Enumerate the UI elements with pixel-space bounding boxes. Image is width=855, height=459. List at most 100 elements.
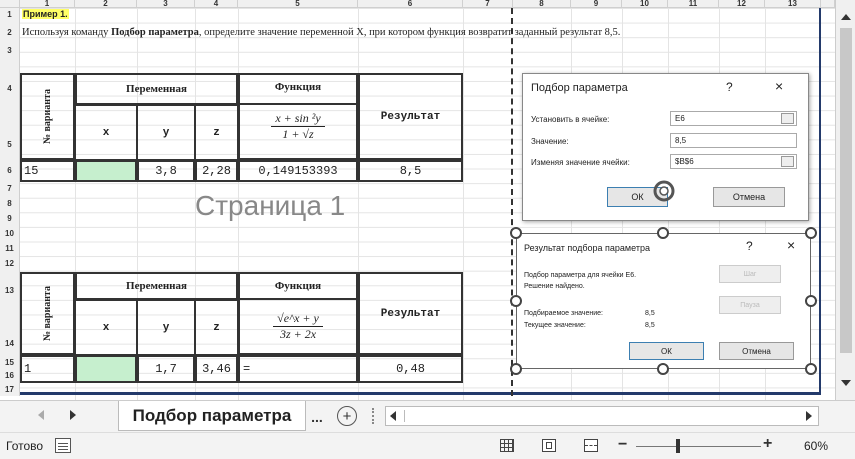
table2-col-y[interactable]: y	[137, 300, 195, 355]
table2-formula[interactable]: √e^x + y 3z + 2x	[238, 300, 358, 355]
row-header-9[interactable]: 9	[0, 212, 20, 227]
vertical-scroll-thumb[interactable]	[840, 28, 852, 353]
table1-cell-z[interactable]: 2,28	[195, 160, 238, 182]
table1-col-y[interactable]: y	[137, 105, 195, 160]
resize-handle[interactable]	[805, 363, 817, 375]
row-header-13[interactable]: 13	[0, 272, 20, 300]
resize-handle[interactable]	[510, 295, 522, 307]
more-sheets-ellipsis[interactable]: ...	[306, 405, 328, 429]
instruction-text[interactable]: Используя команду Подбор параметра, опре…	[22, 27, 620, 38]
column-header-7[interactable]: 7	[463, 0, 513, 8]
row-header-1[interactable]: 1	[0, 8, 20, 23]
select-all-corner[interactable]	[0, 0, 20, 8]
pause-button[interactable]: Пауза	[719, 296, 781, 314]
row-header-5[interactable]: 5	[0, 105, 20, 160]
row-header-7[interactable]: 7	[0, 182, 20, 197]
column-header-5[interactable]: 5	[238, 0, 358, 8]
table1-cell-result[interactable]: 8,5	[358, 160, 463, 182]
row-header-14[interactable]: 14	[0, 300, 20, 355]
table1-formula[interactable]: x + sin ²y 1 + √z	[238, 95, 358, 160]
table2-variable-header[interactable]: Переменная	[75, 272, 238, 300]
column-header-8[interactable]: 8	[513, 0, 571, 8]
resize-handle[interactable]	[805, 295, 817, 307]
table2-cell-n[interactable]: 1	[20, 355, 75, 383]
zoom-slider-thumb[interactable]	[676, 439, 680, 453]
hscroll-left-icon[interactable]	[390, 411, 396, 421]
column-header-6[interactable]: 6	[358, 0, 463, 8]
column-header-11[interactable]: 11	[668, 0, 719, 8]
set-cell-input[interactable]: E6	[670, 111, 797, 126]
resize-handle[interactable]	[657, 227, 669, 239]
table2-cell-z[interactable]: 3,46	[195, 355, 238, 383]
table1-variant-header[interactable]: № варианта	[20, 73, 75, 160]
row-header-15[interactable]: 15	[0, 355, 20, 369]
row-header-8[interactable]: 8	[0, 197, 20, 212]
table1-col-x[interactable]: x	[75, 105, 137, 160]
table2-cell-y[interactable]: 1,7	[137, 355, 195, 383]
page-break-preview-icon[interactable]	[584, 439, 598, 452]
table2-cell-result[interactable]: 0,48	[358, 355, 463, 383]
row-header-2[interactable]: 2	[0, 23, 20, 44]
table2-variant-header[interactable]: № варианта	[20, 272, 75, 355]
horizontal-scrollbar[interactable]	[385, 406, 819, 426]
set-cell-picker-icon[interactable]	[781, 113, 794, 124]
scroll-up-icon[interactable]	[841, 14, 851, 20]
row-header-11[interactable]: 11	[0, 242, 20, 257]
vertical-scrollbar[interactable]	[835, 0, 855, 400]
column-header-2[interactable]: 2	[75, 0, 137, 8]
table2-result-header[interactable]: Результат	[358, 272, 463, 355]
row-header-16[interactable]: 16	[0, 369, 20, 383]
scroll-down-icon[interactable]	[841, 380, 851, 386]
tab-scroll-right-icon[interactable]	[70, 410, 76, 420]
status-dialog-help-button[interactable]: ?	[746, 239, 753, 253]
table1-cell-x[interactable]	[75, 160, 137, 182]
macro-record-icon[interactable]	[55, 438, 71, 453]
tab-scroll-left-icon[interactable]	[38, 410, 44, 420]
row-header-10[interactable]: 10	[0, 227, 20, 242]
resize-handle[interactable]	[510, 227, 522, 239]
table1-result-header[interactable]: Результат	[358, 73, 463, 160]
row-header-6[interactable]: 6	[0, 160, 20, 182]
zoom-out-button[interactable]: −	[618, 436, 627, 454]
column-header-3[interactable]: 3	[137, 0, 195, 8]
table2-col-z[interactable]: z	[195, 300, 238, 355]
changing-cell-picker-icon[interactable]	[781, 156, 794, 167]
row-header-3[interactable]: 3	[0, 44, 20, 58]
table1-variable-header[interactable]: Переменная	[75, 73, 238, 105]
resize-handle[interactable]	[805, 227, 817, 239]
step-button[interactable]: Шаг	[719, 265, 781, 283]
column-header-4[interactable]: 4	[195, 0, 238, 8]
hscroll-thumb[interactable]	[404, 410, 405, 422]
sheet-tab-active[interactable]: Подбор параметра	[118, 401, 306, 431]
goal-seek-close-button[interactable]: ×	[775, 78, 783, 94]
table1-col-z[interactable]: z	[195, 105, 238, 160]
normal-view-icon[interactable]	[500, 439, 514, 452]
resize-handle[interactable]	[510, 363, 522, 375]
resize-handle[interactable]	[657, 363, 669, 375]
column-header-1[interactable]: 1	[20, 0, 75, 8]
row-header-4[interactable]: 4	[0, 73, 20, 105]
table2-col-x[interactable]: x	[75, 300, 137, 355]
changing-cell-input[interactable]: $B$6	[670, 154, 797, 169]
status-dialog-close-button[interactable]: ×	[787, 237, 795, 253]
page-layout-view-icon[interactable]	[542, 439, 556, 452]
column-header-10[interactable]: 10	[622, 0, 668, 8]
value-input[interactable]: 8,5	[670, 133, 797, 148]
tab-splitter[interactable]	[372, 408, 374, 424]
row-header-17[interactable]: 17	[0, 383, 20, 396]
table1-cell-y[interactable]: 3,8	[137, 160, 195, 182]
table2-cell-function[interactable]: =	[238, 355, 358, 383]
column-header-12[interactable]: 12	[719, 0, 765, 8]
row-header-12[interactable]: 12	[0, 257, 20, 272]
goal-seek-help-button[interactable]: ?	[726, 80, 733, 94]
zoom-slider[interactable]	[636, 446, 761, 447]
table2-function-header[interactable]: Функция	[238, 272, 358, 300]
goal-seek-cancel-button[interactable]: Отмена	[713, 187, 785, 207]
column-header-13[interactable]: 13	[765, 0, 821, 8]
status-ok-button[interactable]: ОК	[629, 342, 704, 360]
table1-cell-n[interactable]: 15	[20, 160, 75, 182]
column-header-9[interactable]: 9	[571, 0, 622, 8]
add-sheet-button[interactable]: +	[337, 406, 357, 426]
zoom-level[interactable]: 60%	[804, 439, 828, 453]
hscroll-right-icon[interactable]	[806, 411, 812, 421]
